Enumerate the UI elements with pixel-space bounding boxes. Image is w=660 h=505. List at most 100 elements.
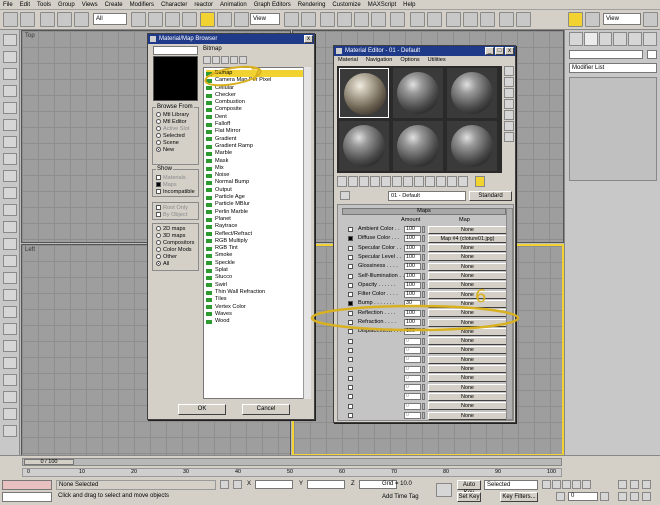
radio-button[interactable]	[156, 240, 161, 246]
tool-icon[interactable]	[3, 136, 17, 148]
map-list-item[interactable]: Thin Wall Refraction	[206, 289, 310, 296]
map-list-item[interactable]: Mask	[206, 158, 310, 165]
map-amount-field[interactable]: 100	[404, 253, 421, 261]
map-list-item[interactable]: Splat	[206, 267, 310, 274]
make-copy-icon[interactable]	[381, 176, 391, 187]
current-frame-field[interactable]: 0	[568, 492, 598, 501]
named-selection-icon[interactable]	[390, 12, 405, 27]
bind-spacewarp-icon[interactable]	[74, 12, 89, 27]
map-amount-field[interactable]: 100	[404, 281, 421, 289]
map-list-item[interactable]: Raytrace	[206, 223, 310, 230]
make-preview-icon[interactable]	[504, 121, 514, 131]
auto-key-button[interactable]: Auto Key	[457, 480, 481, 496]
radio-button[interactable]	[156, 247, 161, 253]
tool-icon[interactable]	[3, 425, 17, 437]
tool-icon[interactable]	[3, 408, 17, 420]
select-and-move-icon[interactable]	[200, 12, 215, 27]
x-coordinate-field[interactable]	[255, 480, 293, 489]
material-name-field[interactable]: 01 - Default	[388, 191, 466, 201]
tool-icon[interactable]	[3, 272, 17, 284]
render-last-icon[interactable]	[585, 12, 600, 27]
amount-spinner[interactable]	[422, 263, 425, 271]
menu-graph-editors[interactable]: Graph Editors	[254, 2, 291, 8]
key-filters-button[interactable]: Key Filters...	[500, 492, 538, 502]
menu-create[interactable]: Create	[105, 2, 123, 8]
go-to-parent-icon[interactable]	[447, 176, 457, 187]
map-enable-checkbox[interactable]	[348, 245, 353, 251]
tool-icon[interactable]	[3, 306, 17, 318]
editor-menu-item[interactable]: Navigation	[366, 56, 392, 65]
option-row[interactable]: Mtl Editor	[156, 119, 198, 126]
map-enable-checkbox[interactable]	[348, 292, 353, 298]
option-row[interactable]: Color Mods	[156, 247, 198, 254]
map-list-scrollbar[interactable]	[303, 67, 311, 399]
close-icon[interactable]: x	[304, 35, 313, 43]
tool-icon[interactable]	[3, 391, 17, 403]
map-list-item[interactable]: Reflect/Refract	[206, 231, 310, 238]
map-slot-button[interactable]: None	[428, 272, 507, 280]
map-list-item[interactable]: Composite	[206, 106, 310, 113]
map-slot-button[interactable]: None	[428, 253, 507, 262]
modifier-list-dropdown[interactable]: Modifier List	[569, 63, 657, 73]
zoom-icon[interactable]	[618, 480, 627, 489]
option-row[interactable]: Compositors	[156, 240, 198, 247]
add-time-tag[interactable]: Add Time Tag	[382, 494, 419, 500]
map-list-item[interactable]: Tiles	[206, 296, 310, 303]
map-list-item[interactable]: Stucco	[206, 274, 310, 281]
absolute-mode-icon[interactable]	[233, 480, 242, 489]
tool-icon[interactable]	[3, 119, 17, 131]
map-list-item[interactable]: Speckle	[206, 260, 310, 267]
render-type-dropdown[interactable]: View	[603, 13, 641, 25]
sample-slot[interactable]	[447, 68, 497, 118]
radio-button[interactable]	[156, 261, 161, 267]
put-to-library-icon[interactable]	[403, 176, 413, 187]
tool-icon[interactable]	[3, 289, 17, 301]
go-to-start-icon[interactable]	[542, 480, 551, 489]
close-icon[interactable]: x	[505, 47, 514, 55]
menu-tools[interactable]: Tools	[37, 2, 51, 8]
make-unique-icon[interactable]	[392, 176, 402, 187]
menu-customize[interactable]: Customize	[332, 2, 360, 8]
active-shade-icon[interactable]	[643, 12, 658, 27]
map-enable-checkbox[interactable]	[348, 264, 353, 270]
tool-icon[interactable]	[3, 68, 17, 80]
option-row[interactable]: 3D maps	[156, 233, 198, 240]
hierarchy-tab-icon[interactable]	[598, 32, 613, 46]
map-list[interactable]: Bitmap Camera Map Per Pixel Cellular Checke…	[203, 67, 311, 399]
amount-spinner[interactable]	[422, 226, 425, 233]
map-list-item[interactable]: Noise	[206, 172, 310, 179]
radio-button[interactable]	[156, 119, 161, 125]
map-enable-checkbox[interactable]	[348, 227, 353, 232]
map-list-item[interactable]: Swirl	[206, 282, 310, 289]
schematic-view-icon[interactable]	[480, 12, 495, 27]
map-slot-button[interactable]: Map #4 (cloture01.jpg)	[428, 234, 507, 243]
arc-rotate-icon[interactable]	[642, 492, 651, 501]
quick-render-icon[interactable]	[568, 12, 583, 27]
object-color-swatch[interactable]	[647, 50, 657, 59]
editor-menu-item[interactable]: Utilities	[428, 56, 446, 65]
radio-button[interactable]	[156, 233, 161, 239]
browser-search-field[interactable]	[153, 46, 198, 55]
map-list-item[interactable]: RGB Tint	[206, 245, 310, 252]
option-row[interactable]: All	[156, 261, 198, 268]
sample-slot[interactable]	[339, 68, 389, 118]
option-row[interactable]: 2D maps	[156, 226, 198, 233]
map-amount-field[interactable]: 100	[404, 226, 421, 233]
option-row[interactable]: Mtl Library	[156, 112, 198, 119]
map-slot-button[interactable]: None	[428, 281, 507, 290]
selection-filter-dropdown[interactable]: All	[93, 13, 127, 25]
checkbox[interactable]	[156, 189, 161, 195]
amount-spinner[interactable]	[422, 281, 425, 289]
set-key-button[interactable]: Set Key	[457, 492, 481, 502]
background-icon[interactable]	[504, 88, 514, 98]
map-list-item[interactable]: Normal Bump	[206, 179, 310, 186]
tool-icon[interactable]	[3, 34, 17, 46]
track-bar[interactable]: 0 10 20 30 40 50 60 70 80 90 100	[22, 468, 562, 477]
get-material-icon[interactable]	[337, 176, 347, 187]
sample-slot[interactable]	[339, 121, 389, 171]
pan-icon[interactable]	[630, 492, 639, 501]
unlink-icon[interactable]	[57, 12, 72, 27]
maps-rollout-header[interactable]: Maps	[342, 208, 506, 215]
menu-rendering[interactable]: Rendering	[298, 2, 326, 8]
map-list-item[interactable]: Particle Age	[206, 194, 310, 201]
